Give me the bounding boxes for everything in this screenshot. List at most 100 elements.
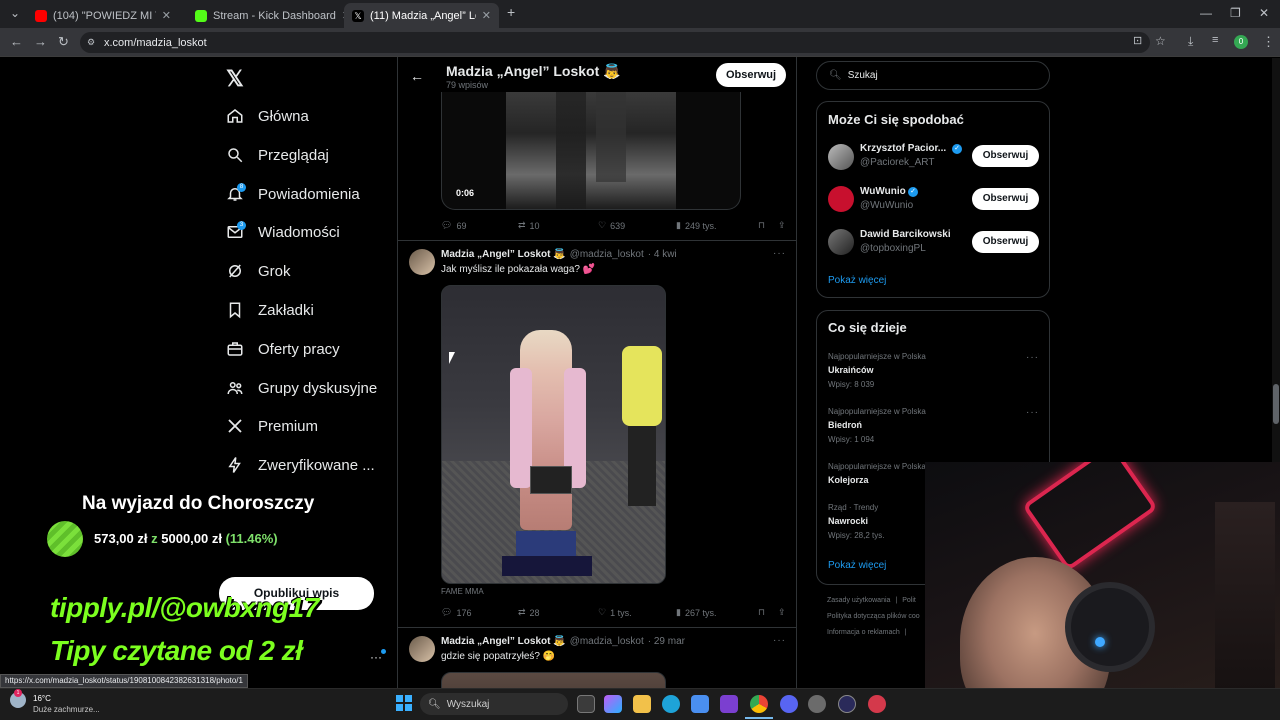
trend-name[interactable]: Kolejorza — [828, 475, 869, 485]
suggestion-name[interactable]: Dawid Barcikowski — [860, 229, 951, 240]
trend-name[interactable]: Biedroń — [828, 420, 862, 430]
nav-verified-orgs[interactable]: Zweryfikowane ... — [226, 452, 375, 478]
back-icon[interactable]: ← — [10, 34, 23, 49]
avatar[interactable] — [828, 144, 854, 170]
post-more-icon[interactable]: ··· — [773, 248, 786, 259]
close-icon[interactable]: ✕ — [482, 9, 491, 22]
like-action[interactable]: ♡ 1 tys. — [598, 607, 676, 618]
footer-link[interactable]: Polityka dotycząca plików coo — [827, 613, 920, 620]
close-icon[interactable]: ✕ — [162, 9, 171, 22]
app-icon[interactable] — [720, 695, 738, 713]
nav-communities[interactable]: Grupy dyskusyjne — [226, 375, 377, 401]
task-view-icon[interactable] — [577, 695, 595, 713]
trend-meta: Najpopularniejsze w Polska — [828, 407, 926, 416]
post-photo[interactable] — [441, 285, 666, 584]
settings-icon[interactable] — [808, 695, 826, 713]
tab-x-profile[interactable]: 𝕏 (11) Madzia „Angel” Loskot 👼 ✕ — [344, 3, 499, 28]
show-more-link[interactable]: Pokaż więcej — [828, 275, 886, 286]
trend-more-icon[interactable]: ··· — [1026, 352, 1039, 363]
new-tab-icon[interactable]: + — [507, 4, 515, 20]
scrollbar-thumb[interactable] — [1273, 384, 1279, 424]
x-logo-icon[interactable]: 𝕏 — [226, 66, 244, 92]
nav-jobs[interactable]: Oferty pracy — [226, 336, 340, 362]
chrome-icon[interactable] — [750, 695, 768, 713]
tab-youtube[interactable]: (104) "POWIEDZ MI TO W TWA ✕ — [27, 3, 179, 28]
address-bar[interactable]: x.com/madzia_loskot — [80, 32, 1150, 53]
nav-grok[interactable]: Grok — [226, 258, 291, 284]
minimize-icon[interactable]: — — [1200, 6, 1212, 20]
author-name[interactable]: Madzia „Angel” Loskot 👼 — [441, 636, 566, 647]
file-explorer-icon[interactable] — [633, 695, 651, 713]
nav-bookmarks[interactable]: Zakładki — [226, 297, 314, 323]
video-frame — [506, 92, 676, 209]
back-arrow-icon[interactable]: ← — [410, 68, 424, 84]
menu-kebab-icon[interactable]: ⋮ — [1262, 34, 1275, 50]
suggestion-name[interactable]: Krzysztof Pacior... — [860, 143, 946, 154]
show-more-link[interactable]: Pokaż więcej — [828, 560, 886, 571]
start-icon[interactable] — [396, 695, 412, 711]
repost-action[interactable]: ⇄ 10 — [518, 220, 598, 231]
video-player[interactable]: 0:06 — [441, 92, 741, 210]
author-handle[interactable]: @madzia_loskot — [570, 249, 644, 260]
author-handle[interactable]: @madzia_loskot — [570, 636, 644, 647]
reload-icon[interactable]: ↻ — [58, 34, 69, 50]
discord-icon[interactable] — [780, 695, 798, 713]
install-icon[interactable]: ⊡ — [1133, 34, 1142, 47]
trend-more-icon[interactable]: ··· — [1026, 407, 1039, 418]
footer-link[interactable]: Informacja o reklamach — [827, 629, 900, 636]
post-date[interactable]: · 29 mar — [648, 636, 685, 647]
footer-link[interactable]: Zasady użytkowania — [827, 597, 890, 604]
nav-notifications[interactable]: Powiadomienia — [226, 181, 360, 207]
close-window-icon[interactable]: ✕ — [1259, 6, 1269, 20]
download-icon[interactable]: ⤓ — [1188, 34, 1193, 49]
app-icon-red[interactable] — [868, 695, 886, 713]
tab-kick[interactable]: Stream - Kick Dashboard ✕ — [187, 3, 351, 28]
follow-button[interactable]: Obserwuj — [972, 145, 1039, 167]
edge-icon[interactable] — [662, 695, 680, 713]
weather-temp[interactable]: 16°C — [33, 694, 51, 703]
share-action[interactable]: ⇪ — [778, 220, 786, 231]
screen: ⌄ (104) "POWIEDZ MI TO W TWA ✕ Stream - … — [0, 0, 1280, 720]
follow-button[interactable]: Obserwuj — [972, 231, 1039, 253]
reading-list-icon[interactable]: ≡ — [1212, 34, 1218, 46]
post-date[interactable]: · 4 kwi — [648, 249, 677, 260]
obs-icon[interactable] — [838, 695, 856, 713]
footer-link[interactable]: Polit — [902, 597, 916, 604]
nav-premium[interactable]: Premium — [226, 413, 318, 439]
reply-action[interactable]: 💬︎ 69 — [441, 220, 518, 231]
avatar[interactable] — [409, 636, 435, 662]
views-action[interactable]: ▮ 267 tys. — [676, 607, 758, 618]
forward-icon[interactable]: → — [34, 34, 47, 49]
like-action[interactable]: ♡ 639 — [598, 220, 676, 231]
store-icon[interactable] — [691, 695, 709, 713]
avatar[interactable] — [409, 249, 435, 275]
profile-avatar[interactable]: 0 — [1234, 35, 1248, 49]
nav-home[interactable]: Główna — [226, 103, 309, 129]
bookmark-action[interactable]: ⊓ — [758, 220, 778, 231]
suggestion-name[interactable]: WuWunio — [860, 186, 906, 197]
taskbar-search[interactable]: 🔍︎ Wyszukaj — [420, 693, 568, 715]
post-actions: 💬︎ 69 ⇄ 10 ♡ 639 ▮ 249 tys. ⊓ ⇪ — [441, 220, 786, 231]
share-action[interactable]: ⇪ — [778, 607, 786, 618]
tab-list-icon[interactable]: ⌄ — [10, 6, 20, 20]
donation-goal-title: Na wyjazd do Choroszczy — [82, 493, 315, 514]
reply-action[interactable]: 💬︎ 176 — [441, 607, 518, 618]
copilot-icon[interactable] — [604, 695, 622, 713]
follow-button[interactable]: Obserwuj — [972, 188, 1039, 210]
avatar[interactable] — [828, 229, 854, 255]
trend-name[interactable]: Ukraińców — [828, 365, 874, 375]
trend-name[interactable]: Nawrocki — [828, 516, 868, 526]
site-info-icon[interactable]: ⚙ — [87, 37, 95, 48]
star-icon[interactable]: ☆ — [1155, 34, 1166, 48]
author-name[interactable]: Madzia „Angel” Loskot 👼 — [441, 249, 566, 260]
weather-desc[interactable]: Duże zachmurze... — [33, 705, 100, 714]
bookmark-action[interactable]: ⊓ — [758, 607, 778, 618]
views-action[interactable]: ▮ 249 tys. — [676, 220, 758, 231]
avatar[interactable] — [828, 186, 854, 212]
repost-action[interactable]: ⇄ 28 — [518, 607, 598, 618]
restore-icon[interactable]: ❐ — [1230, 6, 1241, 20]
nav-explore[interactable]: Przeglądaj — [226, 142, 329, 168]
follow-button[interactable]: Obserwuj — [716, 63, 786, 87]
search-input[interactable]: 🔍︎ Szukaj — [816, 61, 1050, 90]
post-more-icon[interactable]: ··· — [773, 635, 786, 646]
